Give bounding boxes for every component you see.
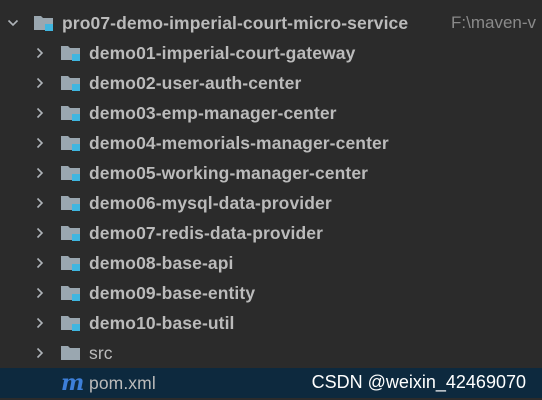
file-name: pom.xml: [89, 373, 156, 393]
module-name: demo05-working-manager-center: [89, 163, 369, 183]
module-folder-icon: [60, 44, 82, 62]
chevron-right-icon[interactable]: [34, 347, 46, 359]
project-root-name: pro07-demo-imperial-court-micro-service: [62, 13, 409, 33]
module-name: demo06-mysql-data-provider: [89, 193, 332, 213]
chevron-right-icon[interactable]: [34, 227, 46, 239]
chevron-right-icon[interactable]: [34, 287, 46, 299]
module-name: demo01-imperial-court-gateway: [89, 43, 356, 63]
chevron-down-icon[interactable]: [7, 17, 19, 29]
tree-row-module[interactable]: demo01-imperial-court-gateway: [0, 38, 542, 68]
chevron-right-icon[interactable]: [34, 257, 46, 269]
project-tree: pro07-demo-imperial-court-micro-service …: [0, 8, 542, 398]
module-name: demo07-redis-data-provider: [89, 223, 324, 243]
tree-row-module[interactable]: demo04-memorials-manager-center: [0, 128, 542, 158]
project-root-path: F:\maven-v: [451, 13, 537, 32]
module-folder-icon: [60, 284, 82, 302]
chevron-right-icon[interactable]: [34, 77, 46, 89]
chevron-right-icon[interactable]: [34, 47, 46, 59]
tree-row-module[interactable]: demo03-emp-manager-center: [0, 98, 542, 128]
chevron-right-icon[interactable]: [34, 137, 46, 149]
folder-name: src: [89, 343, 113, 363]
maven-icon: m: [61, 370, 85, 396]
module-folder-icon: [60, 194, 82, 212]
chevron-right-icon[interactable]: [34, 197, 46, 209]
chevron-right-icon[interactable]: [34, 107, 46, 119]
module-name: demo09-base-entity: [89, 283, 256, 303]
tree-row-module[interactable]: demo07-redis-data-provider: [0, 218, 542, 248]
module-folder-icon: [33, 14, 55, 32]
tree-row-root[interactable]: pro07-demo-imperial-court-micro-service …: [0, 8, 542, 38]
tree-row-module[interactable]: demo06-mysql-data-provider: [0, 188, 542, 218]
module-name: demo03-emp-manager-center: [89, 103, 337, 123]
tree-row-pom[interactable]: m pom.xml CSDN @weixin_42469070: [0, 368, 542, 398]
module-folder-icon: [60, 314, 82, 332]
module-name: demo10-base-util: [89, 313, 235, 333]
tree-row-module[interactable]: demo08-base-api: [0, 248, 542, 278]
tree-row-module[interactable]: demo02-user-auth-center: [0, 68, 542, 98]
chevron-right-icon[interactable]: [34, 167, 46, 179]
tree-row-src[interactable]: src: [0, 338, 542, 368]
watermark-text: CSDN @weixin_42469070: [311, 372, 526, 392]
tree-row-module[interactable]: demo09-base-entity: [0, 278, 542, 308]
module-folder-icon: [60, 254, 82, 272]
module-name: demo04-memorials-manager-center: [89, 133, 389, 153]
module-folder-icon: [60, 224, 82, 242]
module-folder-icon: [60, 134, 82, 152]
tree-row-module[interactable]: demo10-base-util: [0, 308, 542, 338]
module-folder-icon: [60, 74, 82, 92]
module-name: demo08-base-api: [89, 253, 234, 273]
module-folder-icon: [60, 104, 82, 122]
module-name: demo02-user-auth-center: [89, 73, 302, 93]
tree-row-module[interactable]: demo05-working-manager-center: [0, 158, 542, 188]
folder-icon: [60, 344, 82, 362]
module-folder-icon: [60, 164, 82, 182]
chevron-right-icon[interactable]: [34, 317, 46, 329]
